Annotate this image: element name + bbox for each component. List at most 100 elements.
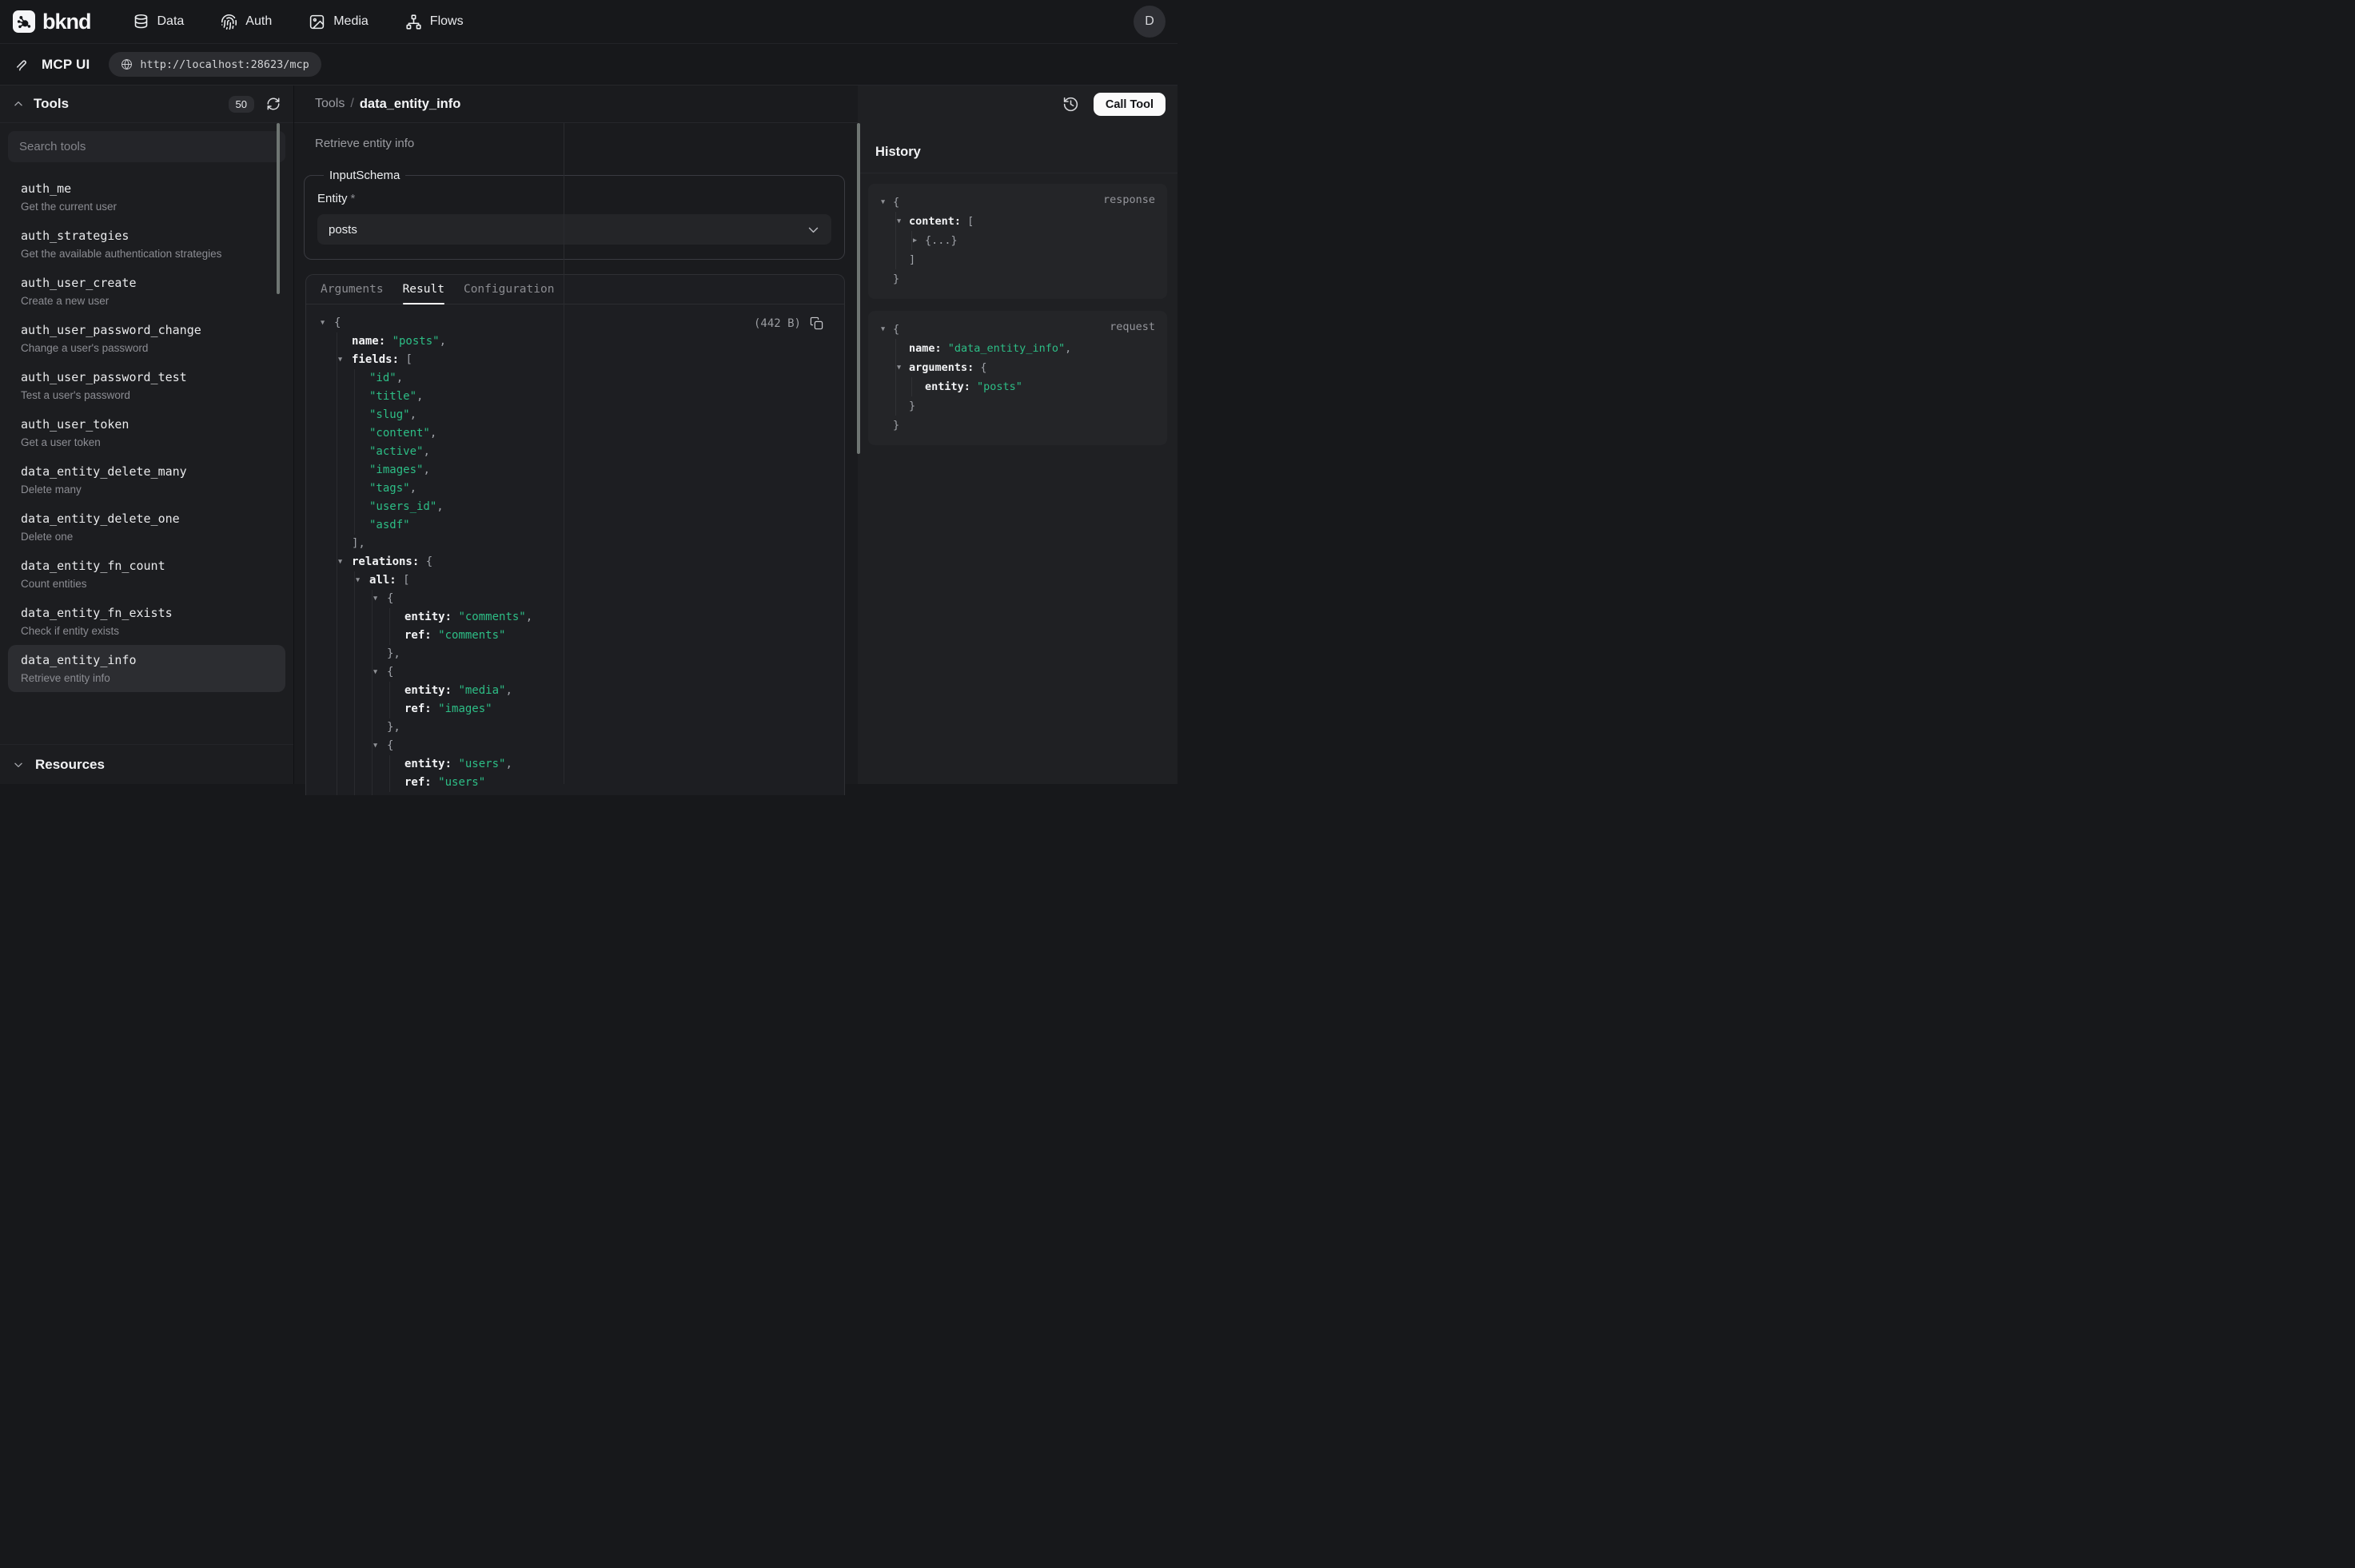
json-line: ], bbox=[306, 535, 844, 553]
tool-list: auth_meGet the current userauth_strategi… bbox=[8, 173, 285, 692]
tool-item-auth_user_password_test[interactable]: auth_user_password_testTest a user's pas… bbox=[8, 362, 285, 409]
result-panel: ArgumentsResultConfiguration (442 B) ▼{n… bbox=[305, 274, 845, 795]
json-line: "id", bbox=[306, 369, 844, 388]
tool-item-data_entity_delete_one[interactable]: data_entity_delete_oneDelete one bbox=[8, 503, 285, 551]
tool-item-data_entity_fn_exists[interactable]: data_entity_fn_exists Check if entity exi… bbox=[8, 598, 285, 645]
chevron-down-icon[interactable] bbox=[13, 759, 24, 770]
tool-description: Retrieve entity info bbox=[21, 672, 273, 684]
caret-down-icon[interactable]: ▼ bbox=[338, 351, 342, 369]
tool-item-auth_user_password_change[interactable]: auth_user_password_change Change a user's… bbox=[8, 315, 285, 362]
tool-description: Count entities bbox=[21, 578, 273, 590]
json-line: "users_id", bbox=[306, 498, 844, 516]
tool-name: data_entity_delete_many bbox=[21, 464, 273, 479]
caret-down-icon[interactable]: ▼ bbox=[356, 571, 360, 590]
nav-items: Data Auth Media Flows bbox=[133, 14, 464, 30]
json-line: "content", bbox=[306, 424, 844, 443]
tool-item-data_entity_info[interactable]: data_entity_infoRetrieve entity info bbox=[8, 645, 285, 692]
caret-down-icon[interactable]: ▼ bbox=[338, 553, 342, 571]
caret-down-icon[interactable]: ▼ bbox=[897, 212, 901, 231]
json-line: } bbox=[879, 269, 1156, 289]
tool-description: Retrieve entity info bbox=[315, 137, 845, 150]
tools-sidebar: Tools 50 auth_meGet the current userauth… bbox=[0, 86, 294, 784]
json-line: "title", bbox=[306, 388, 844, 406]
caret-down-icon[interactable]: ▼ bbox=[321, 314, 325, 332]
resources-title: Resources bbox=[35, 757, 105, 773]
tool-description: Get the current user bbox=[21, 201, 273, 213]
json-line: ▼{ bbox=[306, 314, 844, 332]
tools-title: Tools bbox=[34, 96, 69, 112]
json-line: ▼{ bbox=[879, 320, 1156, 339]
tool-name: auth_user_token bbox=[21, 417, 273, 432]
tools-scroll-area: auth_meGet the current userauth_strategi… bbox=[0, 123, 293, 744]
tab-configuration[interactable]: Configuration bbox=[464, 275, 555, 304]
tool-item-auth_user_create[interactable]: auth_user_createCreate a new user bbox=[8, 268, 285, 315]
caret-down-icon[interactable]: ▼ bbox=[881, 193, 885, 212]
mcp-logo-icon bbox=[14, 57, 30, 73]
caret-right-icon[interactable]: ▶ bbox=[913, 231, 917, 250]
tool-name: auth_user_create bbox=[21, 276, 273, 290]
tool-name: auth_user_password_test bbox=[21, 370, 273, 384]
tool-name: data_entity_fn_exists bbox=[21, 606, 273, 620]
json-line: ▼{ bbox=[306, 663, 844, 682]
search-input[interactable] bbox=[8, 131, 285, 162]
caret-down-icon[interactable]: ▼ bbox=[373, 590, 377, 608]
breadcrumb-separator: / bbox=[350, 97, 353, 111]
tab-result[interactable]: Result bbox=[403, 275, 444, 304]
chevron-up-icon[interactable] bbox=[13, 98, 24, 109]
bknd-logo-icon bbox=[13, 10, 35, 33]
json-line: } bbox=[879, 416, 1156, 435]
main-scrollbar[interactable] bbox=[857, 123, 860, 454]
json-line: entity: "users", bbox=[306, 755, 844, 774]
history-title: History bbox=[858, 123, 1178, 173]
json-line: }, bbox=[306, 718, 844, 737]
input-schema-legend: InputSchema bbox=[324, 169, 405, 182]
call-tool-button[interactable]: Call Tool bbox=[1094, 93, 1166, 116]
brand-wordmark: bknd bbox=[42, 10, 91, 34]
header-actions: Call Tool bbox=[858, 86, 1178, 123]
json-line: ▼content: [ bbox=[879, 212, 1156, 231]
tools-header: Tools 50 bbox=[0, 86, 293, 123]
main-panel: Tools / data_entity_info Retrieve entity… bbox=[294, 86, 858, 784]
nav-item-data[interactable]: Data bbox=[133, 14, 185, 30]
brand-logo[interactable]: bknd bbox=[13, 10, 91, 34]
avatar[interactable]: D bbox=[1134, 6, 1166, 38]
tool-item-auth_me[interactable]: auth_meGet the current user bbox=[8, 173, 285, 221]
breadcrumb-current: data_entity_info bbox=[360, 97, 461, 112]
history-entry-request[interactable]: request▼{name: "data_entity_info",▼argum… bbox=[868, 311, 1167, 445]
json-line: ▼fields: [ bbox=[306, 351, 844, 369]
tool-item-data_entity_fn_count[interactable]: data_entity_fn_count Count entities bbox=[8, 551, 285, 598]
json-line: ref: "comments" bbox=[306, 627, 844, 645]
tool-description: Change a user's password bbox=[21, 342, 273, 354]
tool-description: Check if entity exists bbox=[21, 625, 273, 637]
resources-section[interactable]: Resources bbox=[0, 744, 293, 784]
fingerprint-icon bbox=[221, 14, 237, 30]
entity-field-label: Entity* bbox=[317, 192, 831, 205]
json-line: ▼arguments: { bbox=[879, 358, 1156, 377]
tab-arguments[interactable]: Arguments bbox=[321, 275, 384, 304]
tool-description: Delete one bbox=[21, 531, 273, 543]
nav-item-flows[interactable]: Flows bbox=[405, 14, 464, 30]
nav-item-auth[interactable]: Auth bbox=[221, 14, 272, 30]
json-line: "active", bbox=[306, 443, 844, 461]
sidebar-scrollbar[interactable] bbox=[277, 123, 280, 294]
nav-item-media[interactable]: Media bbox=[309, 14, 369, 30]
caret-down-icon[interactable]: ▼ bbox=[897, 358, 901, 377]
entity-select[interactable]: posts bbox=[317, 214, 831, 245]
tool-name: auth_user_password_change bbox=[21, 323, 273, 337]
json-line: } bbox=[306, 792, 844, 795]
tool-item-auth_strategies[interactable]: auth_strategiesGet the available authent… bbox=[8, 221, 285, 268]
tool-name: data_entity_fn_count bbox=[21, 559, 273, 573]
history-entry-response[interactable]: response▼{▼content: [▶{...}]} bbox=[868, 184, 1167, 299]
mcp-url-pill[interactable]: http://localhost:28623/mcp bbox=[109, 52, 321, 77]
caret-down-icon[interactable]: ▼ bbox=[881, 320, 885, 339]
breadcrumb-section[interactable]: Tools bbox=[315, 97, 345, 111]
history-panel: Call Tool History response▼{▼content: [▶… bbox=[858, 86, 1178, 784]
json-line: entity: "posts" bbox=[879, 377, 1156, 396]
history-entries: response▼{▼content: [▶{...}]} request▼{na… bbox=[858, 173, 1178, 445]
caret-down-icon[interactable]: ▼ bbox=[373, 663, 377, 682]
caret-down-icon[interactable]: ▼ bbox=[373, 737, 377, 755]
tool-item-data_entity_delete_many[interactable]: data_entity_delete_manyDelete many bbox=[8, 456, 285, 503]
history-icon[interactable] bbox=[1061, 94, 1082, 115]
refresh-icon[interactable] bbox=[265, 95, 282, 113]
tool-item-auth_user_token[interactable]: auth_user_tokenGet a user token bbox=[8, 409, 285, 456]
